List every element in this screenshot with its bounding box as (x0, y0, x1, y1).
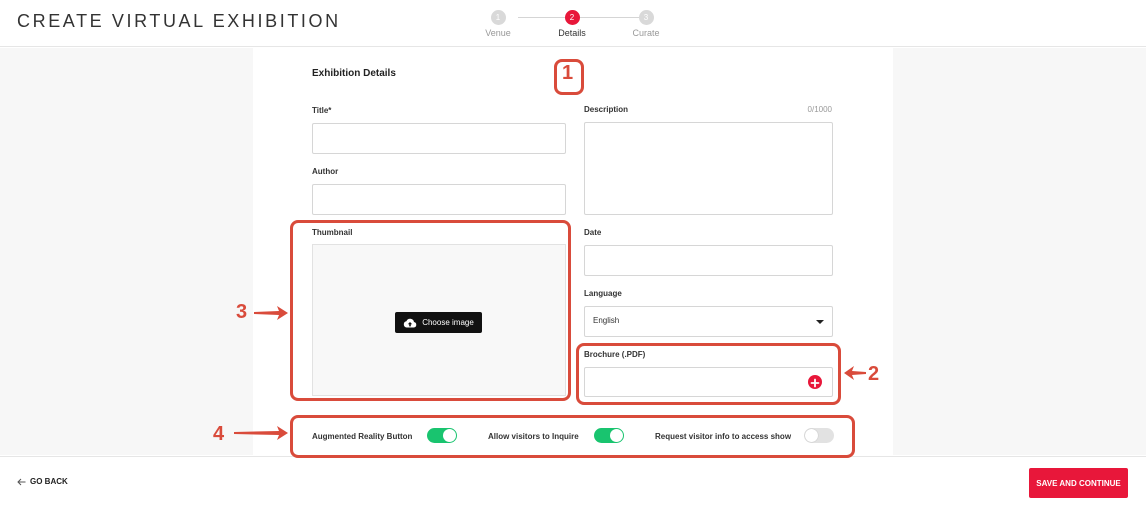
date-input[interactable] (584, 245, 833, 276)
annotation-box-4 (290, 415, 855, 458)
language-label: Language (584, 289, 622, 298)
description-char-counter: 0/1000 (807, 105, 832, 114)
step-curate[interactable]: 3 Curate (616, 10, 676, 38)
left-gutter (0, 48, 253, 455)
step-venue[interactable]: 1 Venue (468, 10, 528, 38)
title-input[interactable] (312, 123, 566, 154)
go-back-link[interactable]: GO BACK (17, 477, 68, 486)
annotation-arrow-4 (234, 426, 288, 440)
author-label: Author (312, 167, 339, 176)
caret-down-icon (816, 320, 824, 324)
save-and-continue-button[interactable]: SAVE AND CONTINUE (1029, 468, 1128, 498)
annotation-arrow-2 (844, 366, 866, 380)
annotation-box-3 (290, 220, 571, 401)
date-label: Date (584, 228, 602, 237)
description-label: Description (584, 105, 629, 114)
step-number: 3 (638, 10, 654, 25)
author-input[interactable] (312, 184, 566, 215)
step-label: Venue (485, 28, 511, 38)
progress-stepper: 1 Venue 2 Details 3 Curate (480, 10, 680, 44)
annotation-box-2 (576, 343, 841, 405)
language-selected-value: English (593, 316, 620, 325)
footer-bar (0, 456, 1146, 510)
right-gutter (893, 48, 1146, 455)
annotation-arrow-3 (254, 306, 288, 320)
go-back-label: GO BACK (30, 477, 68, 486)
step-number: 2 (564, 10, 580, 25)
annotation-number-1: 1 (562, 62, 574, 84)
title-label: Title* (312, 106, 332, 115)
step-details[interactable]: 2 Details (542, 10, 602, 38)
step-label: Curate (632, 28, 660, 38)
page-title: CREATE VIRTUAL EXHIBITION (17, 11, 341, 31)
annotation-number-2: 2 (868, 363, 880, 385)
language-select[interactable]: English (584, 306, 833, 337)
section-title: Exhibition Details (312, 68, 396, 79)
description-textarea[interactable] (584, 122, 833, 215)
top-header: CREATE VIRTUAL EXHIBITION 1 Venue 2 Deta… (0, 0, 1146, 47)
arrow-left-icon (17, 478, 26, 485)
step-number: 1 (490, 10, 506, 25)
annotation-number-4: 4 (213, 423, 225, 445)
annotation-number-3: 3 (236, 301, 248, 323)
step-label: Details (558, 28, 586, 38)
